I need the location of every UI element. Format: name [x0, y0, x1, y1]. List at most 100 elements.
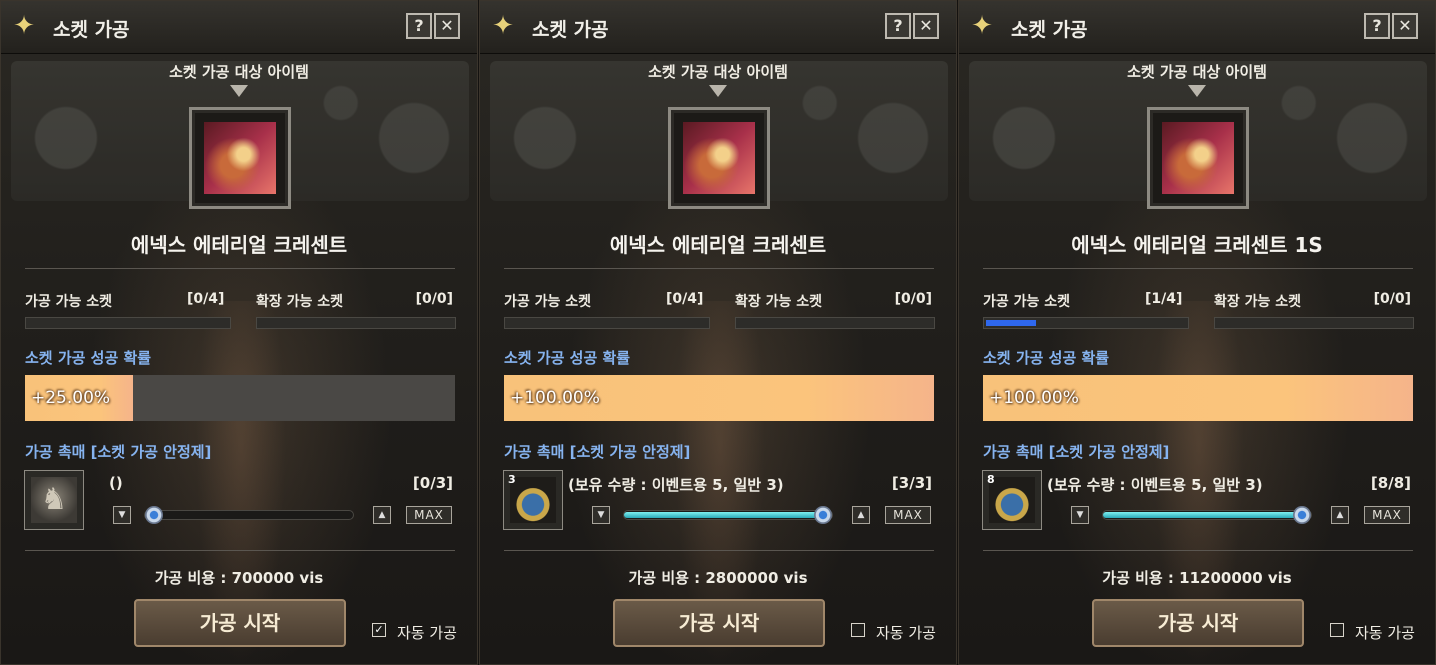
- title-bar[interactable]: ✦ 소켓 가공 ? ✕: [1, 1, 477, 54]
- catalyst-title: 가공 촉매 [소켓 가공 안정제]: [504, 443, 691, 461]
- decrease-button[interactable]: ▼: [113, 506, 131, 524]
- socket-processing-window: ✦ 소켓 가공 ? ✕ 소켓 가공 대상 아이템 에넥스 에테리얼 크레센트 1…: [958, 0, 1436, 665]
- start-processing-button[interactable]: 가공 시작: [613, 599, 825, 647]
- catalyst-slider[interactable]: [623, 506, 833, 524]
- success-rate-bar: +100.00%: [983, 375, 1413, 421]
- anvil-sparkle-icon: ✦: [13, 11, 35, 41]
- window-title: 소켓 가공: [532, 19, 609, 41]
- expandable-socket-value: [0/0]: [415, 291, 453, 307]
- help-button[interactable]: ?: [406, 13, 432, 39]
- increase-button[interactable]: ▲: [1331, 506, 1349, 524]
- success-rate-text: +100.00%: [510, 388, 600, 408]
- increase-button[interactable]: ▲: [373, 506, 391, 524]
- processable-socket-fill: [986, 320, 1036, 326]
- processable-socket-label: 가공 가능 소켓: [504, 294, 592, 310]
- catalyst-title: 가공 촉매 [소켓 가공 안정제]: [25, 443, 212, 461]
- expandable-socket-label: 확장 가능 소켓: [1214, 294, 1302, 310]
- processable-socket-value: [0/4]: [187, 291, 225, 307]
- help-button[interactable]: ?: [885, 13, 911, 39]
- arrow-down-icon: [230, 85, 248, 97]
- expandable-socket-value: [0/0]: [1373, 291, 1411, 307]
- crescent-weapon-icon: [683, 122, 755, 194]
- socket-processing-window: ✦ 소켓 가공 ? ✕ 소켓 가공 대상 아이템 에넥스 에테리얼 크레센트 가…: [0, 0, 478, 665]
- anvil-sparkle-icon: ✦: [492, 11, 514, 41]
- success-rate-bar: +25.00%: [25, 375, 455, 421]
- catalyst-title: 가공 촉매 [소켓 가공 안정제]: [983, 443, 1170, 461]
- processable-socket-bar: [504, 317, 710, 329]
- catalyst-slider-knob[interactable]: [145, 506, 163, 524]
- expandable-socket-value: [0/0]: [894, 291, 932, 307]
- item-name: 에넥스 에테리얼 크레센트: [609, 233, 827, 257]
- processing-cost: 가공 비용 : 11200000 vis: [1102, 569, 1292, 587]
- pouch-icon: [989, 477, 1035, 523]
- target-item-slot[interactable]: [668, 107, 770, 209]
- auto-process-label[interactable]: 자동 가공: [1355, 622, 1415, 643]
- processing-cost: 가공 비용 : 700000 vis: [154, 569, 324, 587]
- auto-process-checkbox[interactable]: ✓: [372, 623, 386, 637]
- catalyst-slider-knob[interactable]: [814, 506, 832, 524]
- lion-emblem-icon: ♞: [31, 477, 77, 523]
- catalyst-count: [8/8]: [1370, 474, 1411, 492]
- catalyst-slider-fill: [624, 512, 824, 518]
- expandable-socket-bar: [1214, 317, 1414, 329]
- catalyst-quantity-badge: 3: [508, 473, 516, 486]
- processable-socket-bar: [983, 317, 1189, 329]
- catalyst-slot[interactable]: 3: [503, 470, 563, 530]
- item-name: 에넥스 에테리얼 크레센트: [130, 233, 348, 257]
- divider: [504, 268, 934, 269]
- title-bar[interactable]: ✦ 소켓 가공 ? ✕: [480, 1, 956, 54]
- window-title: 소켓 가공: [53, 19, 130, 41]
- pouch-icon: [510, 477, 556, 523]
- target-item-label: 소켓 가공 대상 아이템: [169, 63, 309, 81]
- socket-processing-window: ✦ 소켓 가공 ? ✕ 소켓 가공 대상 아이템 에넥스 에테리얼 크레센트 가…: [479, 0, 957, 665]
- max-button[interactable]: MAX: [406, 506, 452, 524]
- processable-socket-label: 가공 가능 소켓: [25, 294, 113, 310]
- anvil-sparkle-icon: ✦: [971, 11, 993, 41]
- catalyst-slot[interactable]: 8: [982, 470, 1042, 530]
- processing-cost: 가공 비용 : 2800000 vis: [628, 569, 808, 587]
- processable-socket-value: [1/4]: [1145, 291, 1183, 307]
- success-rate-bar: +100.00%: [504, 375, 934, 421]
- decrease-button[interactable]: ▼: [1071, 506, 1089, 524]
- crescent-weapon-icon: [1162, 122, 1234, 194]
- success-rate-text: +100.00%: [989, 388, 1079, 408]
- processable-socket-value: [0/4]: [666, 291, 704, 307]
- catalyst-owned-text: (): [109, 474, 123, 492]
- auto-process-label[interactable]: 자동 가공: [876, 622, 936, 643]
- max-button[interactable]: MAX: [885, 506, 931, 524]
- auto-process-checkbox[interactable]: [851, 623, 865, 637]
- target-item-slot[interactable]: [189, 107, 291, 209]
- catalyst-slider[interactable]: [144, 506, 354, 524]
- close-button[interactable]: ✕: [913, 13, 939, 39]
- divider: [983, 268, 1413, 269]
- target-item-label: 소켓 가공 대상 아이템: [1127, 63, 1267, 81]
- success-rate-text: +25.00%: [31, 388, 111, 408]
- close-button[interactable]: ✕: [434, 13, 460, 39]
- divider: [504, 550, 934, 551]
- catalyst-quantity-badge: 8: [987, 473, 995, 486]
- start-processing-button[interactable]: 가공 시작: [1092, 599, 1304, 647]
- divider: [25, 550, 455, 551]
- processable-socket-bar: [25, 317, 231, 329]
- target-item-slot[interactable]: [1147, 107, 1249, 209]
- catalyst-count: [3/3]: [891, 474, 932, 492]
- auto-process-label[interactable]: 자동 가공: [397, 622, 457, 643]
- close-button[interactable]: ✕: [1392, 13, 1418, 39]
- help-button[interactable]: ?: [1364, 13, 1390, 39]
- max-button[interactable]: MAX: [1364, 506, 1410, 524]
- catalyst-slider[interactable]: [1102, 506, 1312, 524]
- start-processing-button[interactable]: 가공 시작: [134, 599, 346, 647]
- divider: [983, 550, 1413, 551]
- expandable-socket-label: 확장 가능 소켓: [735, 294, 823, 310]
- window-title: 소켓 가공: [1011, 19, 1088, 41]
- catalyst-slider-fill: [1103, 512, 1303, 518]
- auto-process-checkbox[interactable]: [1330, 623, 1344, 637]
- title-bar[interactable]: ✦ 소켓 가공 ? ✕: [959, 1, 1435, 54]
- decrease-button[interactable]: ▼: [592, 506, 610, 524]
- catalyst-slider-knob[interactable]: [1293, 506, 1311, 524]
- divider: [25, 268, 455, 269]
- catalyst-slot[interactable]: ♞: [24, 470, 84, 530]
- catalyst-count: [0/3]: [412, 474, 453, 492]
- increase-button[interactable]: ▲: [852, 506, 870, 524]
- success-rate-title: 소켓 가공 성공 확률: [504, 349, 631, 367]
